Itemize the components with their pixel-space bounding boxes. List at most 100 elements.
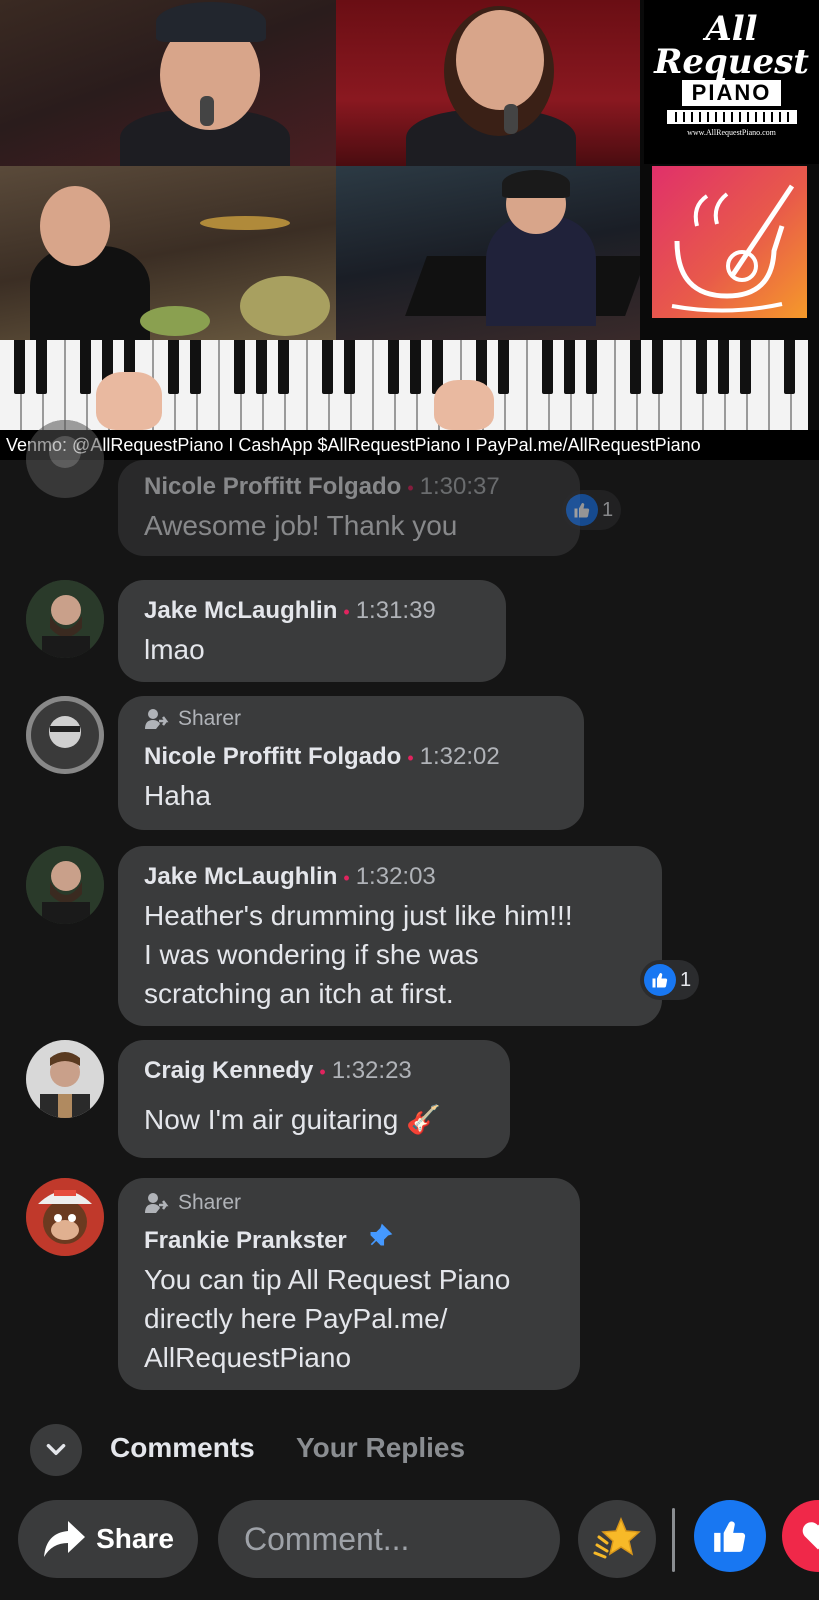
comment-reaction-count[interactable]: 1 [562, 490, 622, 530]
comment-text: Haha [144, 780, 211, 811]
comment-text-line: Heather's drumming just like him!!! [144, 900, 573, 931]
live-video-player[interactable]: All Request PIANO www.AllRequestPiano.co… [0, 0, 819, 460]
tab-comments[interactable]: Comments [110, 1432, 255, 1464]
commenter-avatar[interactable] [26, 1040, 104, 1118]
commenter-name[interactable]: Jake McLaughlin [144, 863, 337, 890]
comment-header: Jake McLaughlin • 1:31:39 [144, 597, 436, 624]
black-key [542, 340, 553, 394]
black-key [410, 340, 421, 394]
share-label: Share [96, 1523, 174, 1554]
share-button[interactable]: Share [18, 1500, 198, 1578]
comment-timestamp: 1:32:03 [355, 863, 436, 890]
black-key [652, 340, 663, 394]
commenter-avatar[interactable] [26, 846, 104, 924]
black-key [80, 340, 91, 394]
black-key [190, 340, 201, 394]
commenter-name[interactable]: Frankie Prankster [144, 1227, 347, 1254]
sharer-icon [145, 709, 169, 729]
comment-text-line: You can tip All Request Piano [144, 1264, 511, 1295]
comment-bubble[interactable]: Jake McLaughlin • 1:31:39 lmao [118, 580, 506, 682]
sharer-label: Sharer [178, 707, 242, 730]
video-tile-pianist [336, 166, 640, 340]
right-hand [434, 380, 494, 430]
reaction-count: 1 [602, 498, 614, 521]
all-request-piano-logo: All Request PIANO www.AllRequestPiano.co… [644, 0, 819, 164]
comment-timestamp: 1:31:39 [355, 597, 436, 624]
comment-text: lmao [144, 634, 205, 665]
comment-bubble[interactable]: Nicole Proffitt Folgado • 1:30:37 Awesome … [118, 460, 580, 556]
love-button[interactable] [782, 1500, 819, 1572]
comment-timestamp: 1:30:37 [419, 473, 500, 500]
commenter-avatar[interactable] [26, 420, 104, 498]
comment-header: Nicole Proffitt Folgado • 1:32:02 [144, 743, 500, 770]
live-comments-list[interactable]: Nicole Proffitt Folgado • 1:30:37 Awesome … [0, 420, 819, 1420]
comment-bubble[interactable]: Sharer Nicole Proffitt Folgado • 1:32:02 H… [118, 696, 584, 830]
share-arrow-icon [44, 1521, 86, 1557]
black-key [344, 340, 355, 394]
black-key [36, 340, 47, 394]
tab-your-replies[interactable]: Your Replies [296, 1432, 465, 1464]
commenter-avatar[interactable] [26, 1178, 104, 1256]
comment-header: Craig Kennedy • 1:32:23 [144, 1057, 412, 1084]
commenter-avatar[interactable] [26, 696, 104, 774]
comment-header: Frankie Prankster [144, 1222, 554, 1260]
comment-text: Awesome job! Thank you [144, 510, 458, 541]
black-key [564, 340, 575, 394]
black-key [14, 340, 25, 394]
comment-composer: Share [0, 1496, 819, 1586]
sharer-label: Sharer [178, 1191, 242, 1214]
thumbs-up-icon [714, 1521, 746, 1552]
comment-bubble[interactable]: Craig Kennedy • 1:32:23 Now I'm air guitar… [118, 1040, 510, 1158]
divider [672, 1508, 675, 1572]
commenter-name[interactable]: Craig Kennedy [144, 1057, 313, 1084]
black-key [322, 340, 333, 394]
comment-text: Now I'm air guitaring 🎸 [144, 1104, 441, 1135]
black-key [740, 340, 751, 394]
comment-reaction-count[interactable]: 1 [640, 960, 700, 1000]
sharer-badge: Sharer [144, 700, 558, 738]
star-icon [593, 1517, 641, 1559]
comment-header: Jake McLaughlin • 1:32:03 [144, 863, 436, 890]
pin-icon [367, 1223, 393, 1261]
comment-bubble[interactable]: Sharer Frankie Prankster You can tip All… [118, 1178, 580, 1390]
black-key [388, 340, 399, 394]
stars-button[interactable] [578, 1500, 656, 1578]
black-key [234, 340, 245, 394]
sharer-badge: Sharer [144, 1184, 554, 1222]
comment-timestamp: 1:32:23 [331, 1057, 412, 1084]
black-key [586, 340, 597, 394]
black-key [256, 340, 267, 394]
video-tile-singer-male [0, 0, 336, 166]
commenter-name[interactable]: Jake McLaughlin [144, 597, 337, 624]
donation-info-bar: Venmo: @AllRequestPiano I CashApp $AllRe… [0, 430, 819, 460]
reaction-count: 1 [680, 968, 692, 991]
black-key [696, 340, 707, 394]
heart-icon [802, 1522, 819, 1550]
black-key [718, 340, 729, 394]
comment-text-line: I was wondering if she was [144, 939, 479, 970]
collapse-comments-button[interactable] [30, 1424, 82, 1476]
comment-text-line: directly here PayPal.me/ [144, 1303, 448, 1334]
like-reaction-icon [644, 964, 676, 996]
like-reaction-icon [566, 494, 598, 526]
comment-header: Nicole Proffitt Folgado • 1:30:37 [144, 473, 500, 500]
black-key [630, 340, 641, 394]
coffee-guitar-logo [652, 166, 807, 318]
commenter-name[interactable]: Nicole Proffitt Folgado [144, 743, 401, 770]
black-key [278, 340, 289, 394]
comment-tabs: Comments Your Replies [0, 1420, 819, 1480]
black-key [168, 340, 179, 394]
comment-input[interactable] [218, 1500, 560, 1578]
black-key [784, 340, 795, 394]
black-key [498, 340, 509, 394]
commenter-avatar[interactable] [26, 580, 104, 658]
video-tile-drummer [0, 166, 336, 340]
video-tile-singer-female [336, 0, 640, 166]
like-button[interactable] [694, 1500, 766, 1572]
left-hand [96, 372, 162, 430]
comment-text-line: AllRequestPiano [144, 1342, 352, 1373]
comment-text-line: scratching an itch at first. [144, 978, 454, 1009]
commenter-name[interactable]: Nicole Proffitt Folgado [144, 473, 401, 500]
comment-bubble[interactable]: Jake McLaughlin • 1:32:03 Heather's drummi… [118, 846, 662, 1026]
chevron-down-icon [46, 1443, 66, 1455]
